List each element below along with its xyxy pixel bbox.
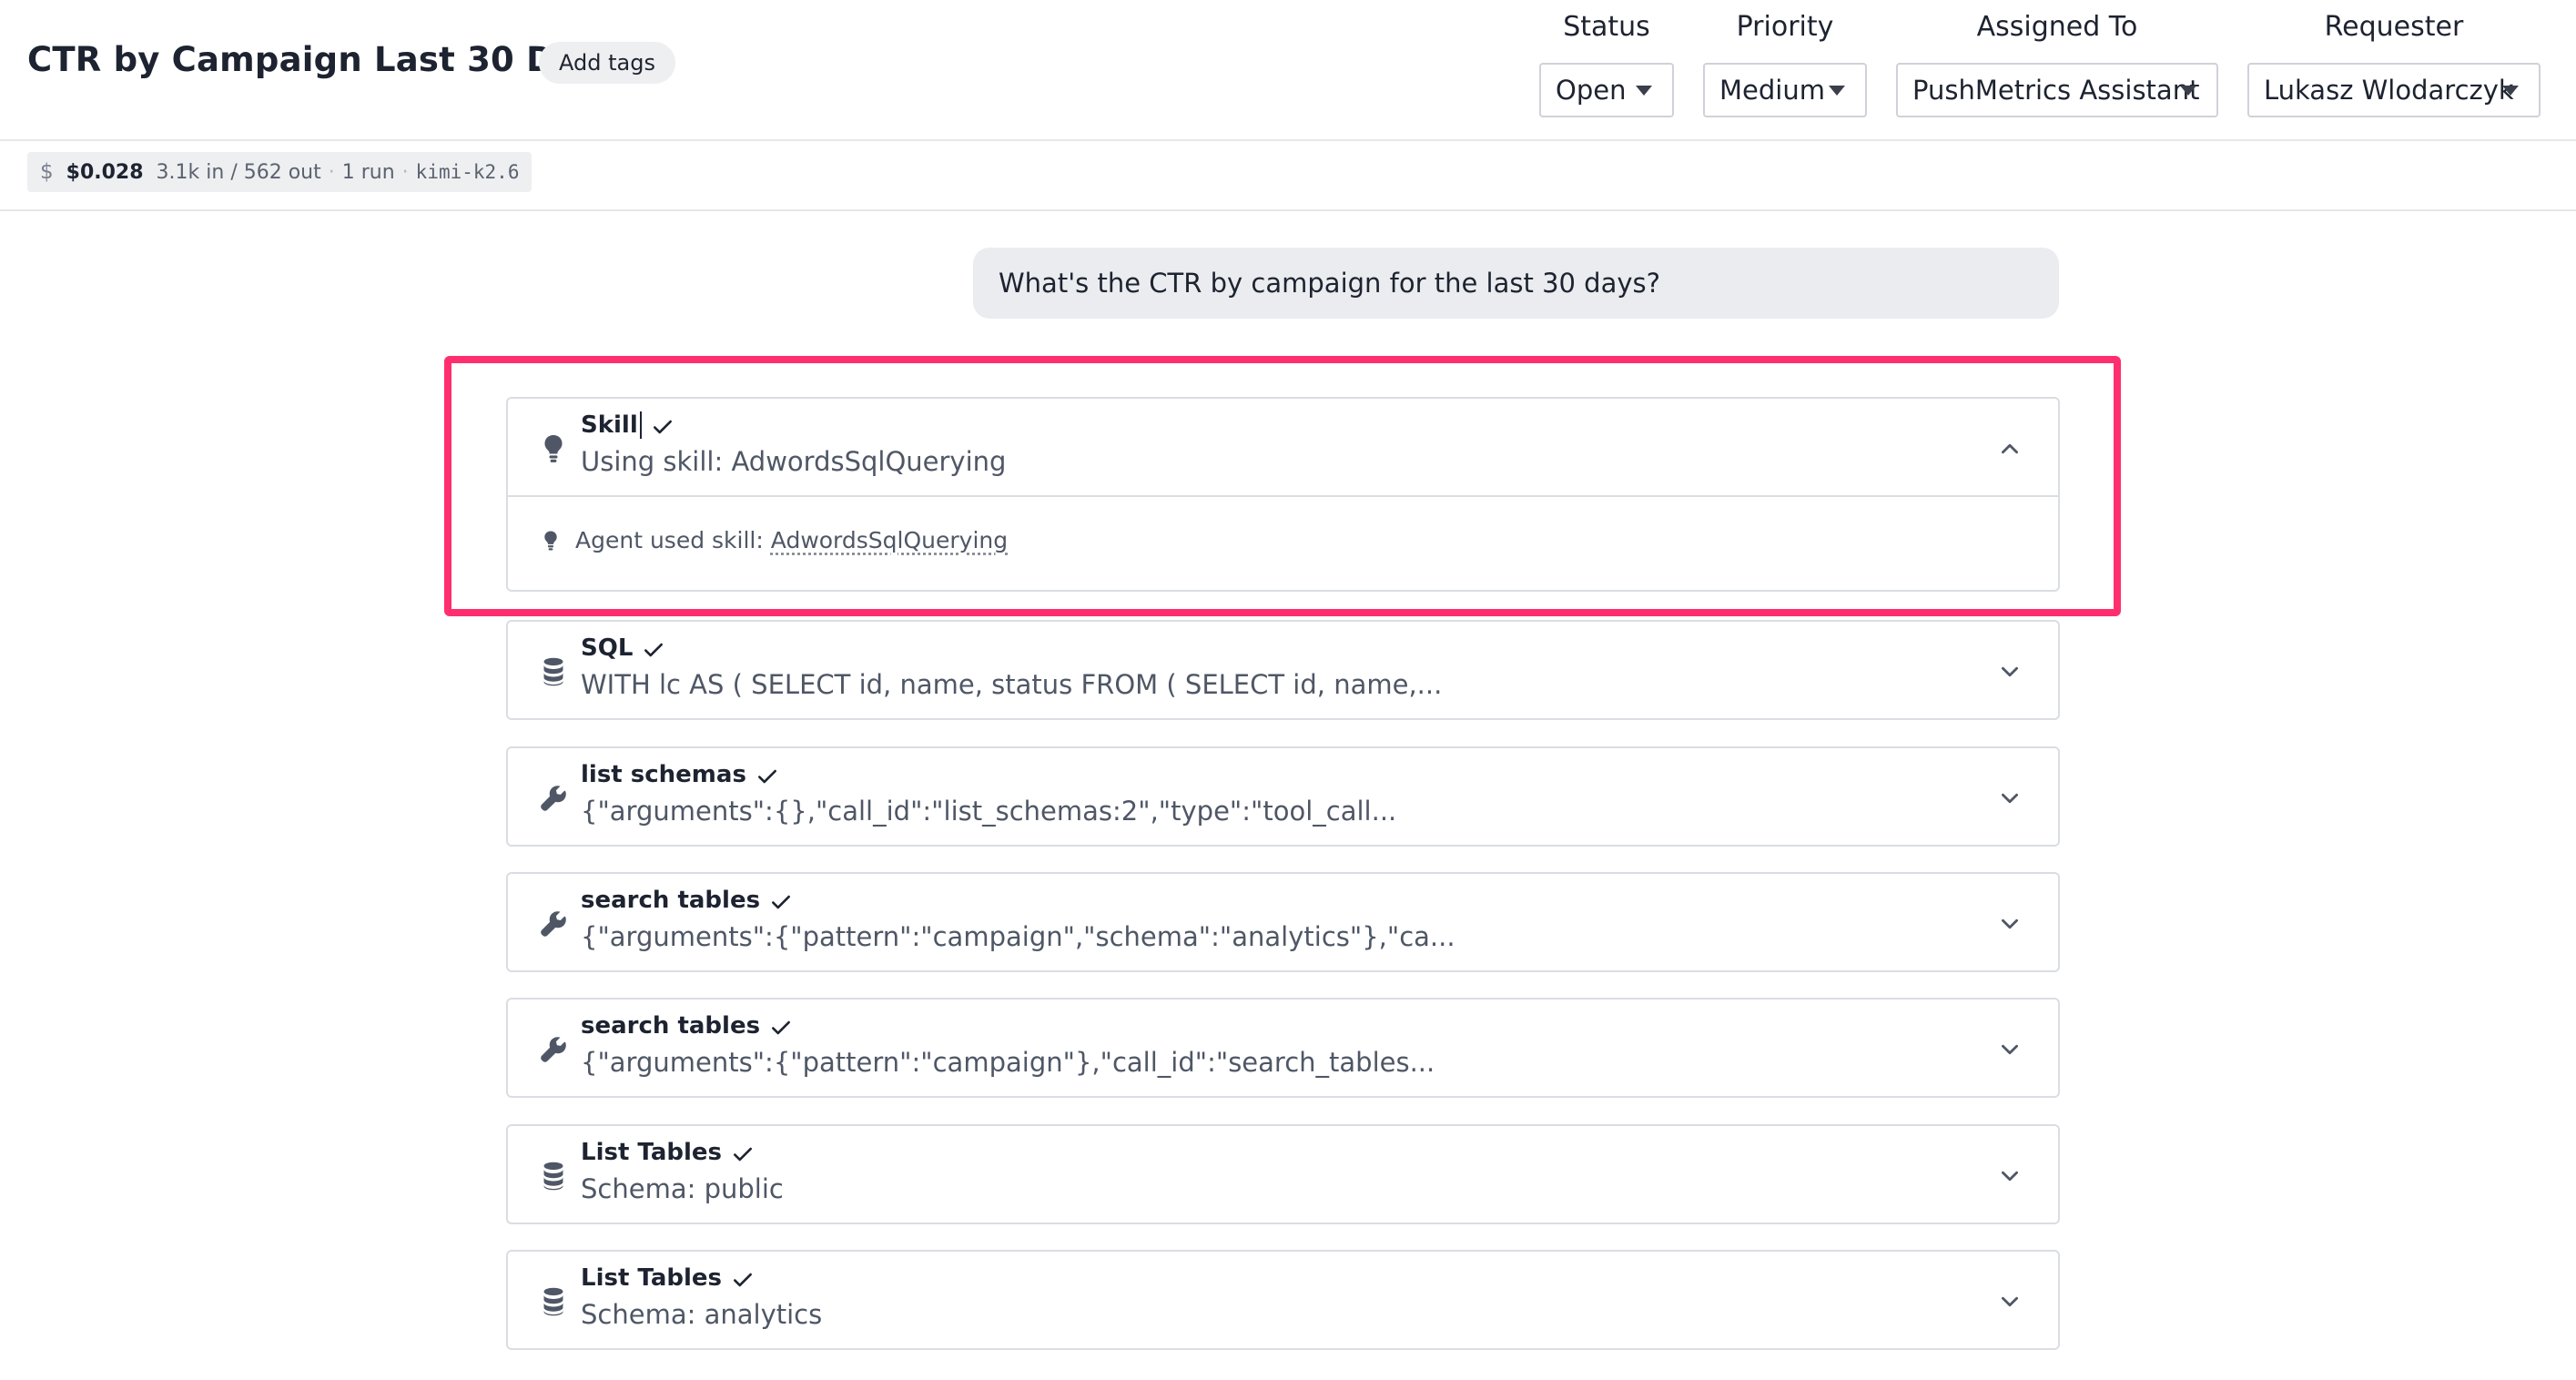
chevron-down-icon[interactable] xyxy=(1998,1038,2022,1061)
step-card-sql: SQL WITH lc AS ( SELECT id, name, status… xyxy=(506,620,2060,720)
step-title: search tables xyxy=(581,887,761,914)
status-select[interactable]: Open xyxy=(1539,63,1674,117)
step-title-row: search tables xyxy=(581,887,793,914)
step-title-row: search tables xyxy=(581,1012,793,1040)
skill-detail-row: Agent used skill: AdwordsSqlQuerying xyxy=(541,527,1008,553)
step-title: List Tables xyxy=(581,1139,722,1166)
step-title-row: List Tables xyxy=(581,1264,755,1292)
chevron-down-icon[interactable] xyxy=(1998,1164,2022,1188)
priority-label: Priority xyxy=(1736,11,1834,43)
ticket-header: CTR by Campaign Last 30 Days Add tags St… xyxy=(0,0,2576,141)
step-card-search-tables: search tables {"arguments":{"pattern":"c… xyxy=(506,998,2060,1098)
step-card-search-tables: search tables {"arguments":{"pattern":"c… xyxy=(506,872,2060,972)
assigned-to-label: Assigned To xyxy=(1976,11,2138,43)
step-summary: {"arguments":{"pattern":"campaign"},"cal… xyxy=(581,1047,1435,1078)
add-tags-button[interactable]: Add tags xyxy=(539,42,675,84)
priority-value: Medium xyxy=(1719,75,1825,106)
user-message-bubble: What's the CTR by campaign for the last … xyxy=(973,248,2059,319)
step-summary: Schema: analytics xyxy=(581,1299,823,1330)
step-title: list schemas xyxy=(581,761,746,788)
wrench-icon xyxy=(541,911,566,937)
chevron-down-icon[interactable] xyxy=(1998,912,2022,936)
step-header[interactable]: search tables {"arguments":{"pattern":"c… xyxy=(508,999,2058,1096)
priority-select[interactable]: Medium xyxy=(1703,63,1867,117)
step-header[interactable]: Skill Using skill: AdwordsSqlQuerying xyxy=(508,399,2058,495)
database-icon xyxy=(543,657,563,686)
step-card-skill: Skill Using skill: AdwordsSqlQuerying Ag… xyxy=(506,397,2060,592)
step-summary: Using skill: AdwordsSqlQuerying xyxy=(581,446,1007,477)
step-header[interactable]: search tables {"arguments":{"pattern":"c… xyxy=(508,874,2058,970)
step-header[interactable]: List Tables Schema: public xyxy=(508,1126,2058,1223)
run-meta-bar: $ $0.028 3.1k in / 562 out · 1 run · kim… xyxy=(0,141,2576,211)
requester-label: Requester xyxy=(2324,11,2464,43)
step-title-row: SQL xyxy=(581,634,665,662)
lightbulb-icon xyxy=(544,434,563,462)
step-header[interactable]: list schemas {"arguments":{},"call_id":"… xyxy=(508,748,2058,845)
page-title: CTR by Campaign Last 30 Days xyxy=(27,40,619,79)
caret-down-icon xyxy=(1636,86,1652,96)
step-summary: WITH lc AS ( SELECT id, name, status FRO… xyxy=(581,669,1443,700)
caret-down-icon xyxy=(2502,86,2519,96)
database-icon xyxy=(543,1162,563,1191)
check-icon xyxy=(772,895,791,909)
caret-down-icon xyxy=(2180,86,2196,96)
step-header[interactable]: List Tables Schema: analytics xyxy=(508,1252,2058,1348)
chevron-down-icon[interactable] xyxy=(1998,786,2022,810)
caret-down-icon xyxy=(1829,86,1845,96)
lightbulb-icon xyxy=(544,530,557,550)
check-icon xyxy=(734,1147,752,1162)
step-summary: {"arguments":{},"call_id":"list_schemas:… xyxy=(581,796,1397,827)
requester-select[interactable]: Lukasz Wlodarczyk xyxy=(2247,63,2541,117)
token-count: 3.1k in / 562 out xyxy=(156,160,321,184)
check-icon xyxy=(772,1020,791,1035)
assigned-to-value: PushMetrics Assistant xyxy=(1912,75,2200,106)
step-title: SQL xyxy=(581,634,634,662)
step-title: search tables xyxy=(581,1012,761,1040)
model-name: kimi-k2.6 xyxy=(415,161,520,183)
separator-dot: · xyxy=(328,160,335,184)
status-label: Status xyxy=(1563,11,1650,43)
step-title: List Tables xyxy=(581,1264,722,1292)
dollar-icon: $ xyxy=(40,160,54,184)
step-card-list-tables: List Tables Schema: analytics xyxy=(506,1250,2060,1350)
step-title: Skill xyxy=(581,411,638,439)
step-detail: Agent used skill: AdwordsSqlQuerying xyxy=(508,495,2058,590)
wrench-icon xyxy=(541,786,566,811)
run-cost: $0.028 xyxy=(66,160,144,184)
step-card-list-schemas: list schemas {"arguments":{},"call_id":"… xyxy=(506,746,2060,847)
check-icon xyxy=(653,420,672,434)
skill-name-link[interactable]: AdwordsSqlQuerying xyxy=(771,527,1008,553)
status-value: Open xyxy=(1556,75,1627,106)
chevron-down-icon[interactable] xyxy=(1998,1290,2022,1314)
check-icon xyxy=(644,643,664,657)
wrench-icon xyxy=(541,1037,566,1062)
text-cursor xyxy=(639,411,642,439)
step-header[interactable]: SQL WITH lc AS ( SELECT id, name, status… xyxy=(508,622,2058,718)
run-usage-pill: $ $0.028 3.1k in / 562 out · 1 run · kim… xyxy=(27,152,532,192)
step-summary: Schema: public xyxy=(581,1173,784,1204)
step-title-row: list schemas xyxy=(581,761,779,788)
assigned-to-select[interactable]: PushMetrics Assistant xyxy=(1896,63,2218,117)
separator-dot: · xyxy=(401,160,409,184)
requester-value: Lukasz Wlodarczyk xyxy=(2264,75,2514,106)
step-title-row: List Tables xyxy=(581,1139,755,1166)
run-count: 1 run xyxy=(341,160,395,184)
skill-detail-label: Agent used skill: xyxy=(575,527,764,553)
check-icon xyxy=(757,769,776,784)
chevron-up-icon[interactable] xyxy=(1998,437,2022,461)
step-summary: {"arguments":{"pattern":"campaign","sche… xyxy=(581,921,1455,952)
step-card-list-tables: List Tables Schema: public xyxy=(506,1124,2060,1224)
check-icon xyxy=(734,1273,752,1287)
step-title-row: Skill xyxy=(581,411,674,439)
chevron-down-icon[interactable] xyxy=(1998,660,2022,684)
database-icon xyxy=(543,1287,563,1316)
